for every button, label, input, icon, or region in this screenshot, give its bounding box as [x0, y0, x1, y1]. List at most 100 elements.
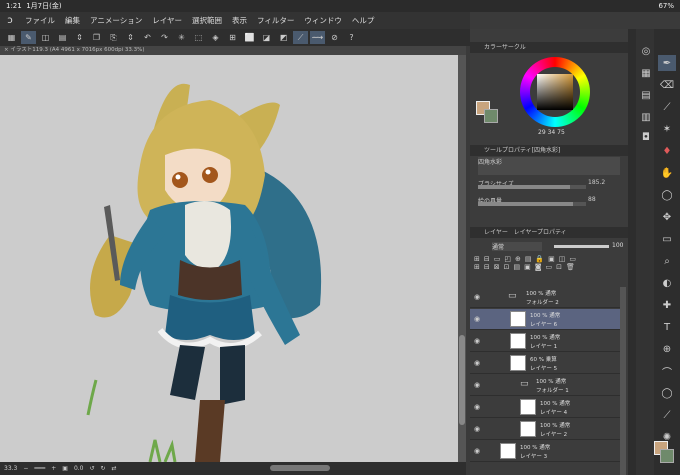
paint-amount-slider[interactable] — [478, 202, 586, 206]
layer-row[interactable]: ◉ 100 % 通常 レイヤー 3 — [470, 441, 620, 462]
rotation-angle[interactable]: 0.0 — [74, 465, 84, 472]
stepper2-icon[interactable]: ⇕ — [123, 31, 138, 44]
rail-sub-color[interactable] — [660, 449, 674, 463]
ruler-snap-icon[interactable]: ⟋ — [293, 31, 308, 44]
canvas-tab[interactable]: × イラスト119.3 (A4 4961 x 7016px 600dpi 33.… — [0, 46, 466, 55]
layer-row[interactable]: ◉ 100 % 通常 レイヤー 1 — [470, 331, 620, 352]
figure-icon[interactable]: ⊕ — [658, 341, 676, 357]
visibility-eye-icon[interactable]: ◉ — [474, 447, 480, 455]
layer-blend-text: 100 % 通常 — [540, 401, 571, 407]
visibility-eye-icon[interactable]: ◉ — [474, 337, 480, 345]
pen-tool-rail-icon[interactable]: ✒ — [658, 55, 676, 71]
zoom-level[interactable]: 33.3 — [4, 465, 17, 472]
pen-tool-icon[interactable]: ✎ — [21, 31, 36, 44]
brush-size-fill — [478, 185, 570, 189]
color-panel-header[interactable]: カラーサークル — [470, 42, 628, 53]
lasso-select-icon[interactable]: ✳ — [174, 31, 189, 44]
canvas-vertical-scrollbar[interactable] — [458, 55, 466, 462]
layer-name: レイヤー 3 — [520, 454, 548, 460]
paint-amount-row[interactable]: 絵の具量 88 — [478, 196, 620, 208]
layer-row[interactable]: ◉ ▭ 100 % 通常 フォルダー 1 — [470, 375, 620, 396]
select-layer-icon[interactable]: ◪ — [259, 31, 274, 44]
visibility-eye-icon[interactable]: ◉ — [474, 381, 480, 389]
menu-edit[interactable]: 編集 — [60, 15, 85, 26]
invert-select-icon[interactable]: ◩ — [276, 31, 291, 44]
menu-view[interactable]: 表示 — [227, 15, 252, 26]
menu-layer[interactable]: レイヤー — [147, 15, 187, 26]
layer-scrollbar[interactable] — [620, 287, 626, 475]
fill-bucket-icon[interactable]: ♦ — [658, 143, 676, 159]
visibility-eye-icon[interactable]: ◉ — [474, 359, 480, 367]
visibility-eye-icon[interactable]: ◉ — [474, 403, 480, 411]
zoom-tool-icon[interactable]: ⌕ — [658, 253, 676, 269]
ruler-icon[interactable]: ⟋ — [658, 407, 676, 423]
zoom-slider[interactable]: ━━━ — [34, 465, 45, 472]
opacity-slider[interactable] — [554, 245, 609, 248]
clear-icon[interactable]: ⬚ — [191, 31, 206, 44]
blend-tool-icon[interactable]: ⌒ — [658, 363, 676, 379]
fill-icon[interactable]: ◈ — [208, 31, 223, 44]
opacity-value: 100 — [612, 242, 624, 249]
brush-size-slider[interactable] — [478, 185, 586, 189]
hand-tool-icon[interactable]: ✋ — [658, 165, 676, 181]
layer-tab[interactable]: レイヤー — [484, 229, 508, 236]
layer-row[interactable]: ◉ ▭ 100 % 通常 フォルダー 2 — [470, 287, 620, 308]
zoom-out-icon[interactable]: − — [23, 465, 28, 472]
copy-icon[interactable]: ❐ — [89, 31, 104, 44]
menu-filter[interactable]: フィルター — [252, 15, 299, 26]
gradient-icon[interactable]: ◐ — [658, 275, 676, 291]
menu-selection[interactable]: 選択範囲 — [187, 15, 227, 26]
text-tool-icon[interactable]: T — [658, 319, 676, 335]
blend-mode-select[interactable]: 通常 — [492, 242, 542, 251]
layer-panel-header[interactable]: レイヤー レイヤープロパティ — [470, 227, 628, 238]
layer-row[interactable]: ◉ 100 % 通常 レイヤー 6 — [470, 309, 620, 330]
layer-row[interactable]: ◉ 60 % 乗算 レイヤー 5 — [470, 353, 620, 374]
layer-property-tab[interactable]: レイヤープロパティ — [514, 229, 567, 236]
flip-icon[interactable]: ⇄ — [112, 465, 117, 472]
rotate-right-icon[interactable]: ↻ — [101, 465, 106, 472]
eyedropper-icon[interactable]: ⟋ — [658, 99, 676, 115]
magic-wand-icon[interactable]: ✶ — [658, 121, 676, 137]
menu-file[interactable]: ファイル — [20, 15, 60, 26]
drawing-canvas[interactable] — [0, 55, 458, 462]
eraser-tool-icon[interactable]: ◫ — [38, 31, 53, 44]
move-tool-icon[interactable]: ✥ — [658, 209, 676, 225]
grid-menu-icon[interactable]: ▦ — [4, 31, 19, 44]
balloon-icon[interactable]: ◯ — [658, 385, 676, 401]
zoom-in-icon[interactable]: + — [51, 465, 56, 472]
redo-icon[interactable]: ↷ — [157, 31, 172, 44]
rotate-left-icon[interactable]: ↺ — [89, 465, 94, 472]
fit-icon[interactable]: ▣ — [62, 465, 68, 472]
select-rect-icon[interactable]: ▭ — [658, 231, 676, 247]
sub-color-swatch[interactable] — [484, 109, 498, 123]
quick-access-icon[interactable]: ? — [344, 31, 359, 44]
special-ruler-icon[interactable]: ⊘ — [327, 31, 342, 44]
menu-window[interactable]: ウィンドウ — [299, 15, 347, 26]
curve-snap-icon[interactable]: ⟿ — [310, 31, 325, 44]
visibility-eye-icon[interactable]: ◉ — [474, 425, 480, 433]
lasso-icon[interactable]: ◯ — [658, 187, 676, 203]
save-icon[interactable]: ▤ — [55, 31, 70, 44]
eraser-rail-icon[interactable]: ⌫ — [658, 77, 676, 93]
operation-icon[interactable]: ✚ — [658, 297, 676, 313]
horizontal-scroll-thumb[interactable] — [270, 465, 330, 471]
menu-help[interactable]: ヘルプ — [347, 15, 380, 26]
brush-size-row[interactable]: ブラシサイズ 185.2 — [478, 179, 620, 191]
ios-status-bar: 1:21 1月7日(金) 67% — [0, 0, 680, 12]
color-wheel[interactable] — [520, 57, 590, 127]
visibility-eye-icon[interactable]: ◉ — [474, 315, 480, 323]
saturation-value-square[interactable] — [537, 74, 573, 110]
deselect-icon[interactable]: ⬜ — [242, 31, 257, 44]
visibility-eye-icon[interactable]: ◉ — [474, 293, 480, 301]
layer-row[interactable]: ◉ 100 % 通常 レイヤー 2 — [470, 419, 620, 440]
menu-animation[interactable]: アニメーション — [85, 15, 147, 26]
undo-icon[interactable]: ↶ — [140, 31, 155, 44]
app-logo-icon[interactable]: ↄ — [0, 15, 20, 26]
layer-command-icons[interactable]: ⊞⊟▭◰⊕▤🔒▣◫▭ ⊞⊟⊠⊡▤▣◙▭⊡🗑 — [474, 255, 624, 283]
layer-row[interactable]: ◉ 100 % 通常 レイヤー 4 — [470, 397, 620, 418]
paste-icon[interactable]: ⎘ — [106, 31, 121, 44]
scroll-thumb[interactable] — [459, 335, 465, 425]
stepper-icon[interactable]: ⇕ — [72, 31, 87, 44]
tool-property-header[interactable]: ツールプロパティ[四角水彩] — [470, 145, 628, 156]
transform-icon[interactable]: ⊞ — [225, 31, 240, 44]
